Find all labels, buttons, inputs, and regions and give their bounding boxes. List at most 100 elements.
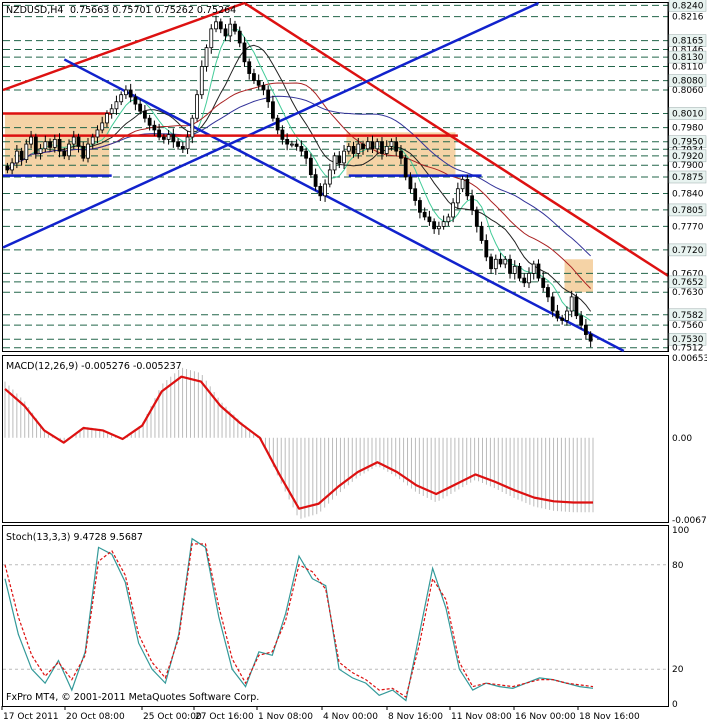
candle-body [451,202,456,218]
candle-body [271,101,275,119]
candle-body [152,124,157,131]
candle-body [313,174,318,187]
candle-body [128,89,133,98]
candle-body [204,47,209,67]
candle-body [237,30,242,44]
candle-body [185,136,190,150]
candle-body [138,103,143,112]
candle-body [142,110,147,119]
candle-body [474,209,479,227]
chart-header-symbol: NZDUSD,H4 [6,5,63,16]
macd-tick-label: 0.00653 [672,354,707,364]
time-tick-label: 27 Oct 16:00 [195,712,254,722]
candle-body [446,216,451,223]
stoch-axis: 100 80 20 0 [672,526,689,710]
candle-body [351,146,356,154]
candle-body [508,258,512,274]
candle-body [261,84,266,91]
candle-body [541,277,546,288]
candle-body [512,265,517,274]
candle-body [560,317,565,321]
candle-body [38,148,43,154]
candle-body [86,143,90,159]
candle-body [527,273,531,284]
candle-body [394,141,399,152]
candle-body [71,136,76,145]
candle-body [57,138,62,152]
candle-body [375,141,380,150]
stoch-tick-label: 100 [672,526,689,536]
candle-body [161,136,166,140]
price-tick-label: 0.7652 [672,278,704,288]
candle-body [304,150,309,159]
time-axis: 17 Oct 2011 20 Oct 08:00 25 Oct 00:0027 Oc… [1,706,640,722]
candle-body [147,117,152,126]
candle-body [498,258,503,265]
price-tick-label: 0.7980 [672,124,704,134]
price-tick-label: 0.7582 [672,311,704,321]
candle-body [470,195,474,211]
candle-body [52,138,57,148]
stoch-title: Stoch(13,3,3) 9.4728 9.5687 [6,532,143,543]
candle-body [588,334,593,342]
price-tick-label: 0.8060 [672,86,704,96]
time-tick-label: 20 Oct 08:00 [66,712,125,722]
candle-body [133,96,138,105]
price-tick-label: 0.7720 [672,246,704,256]
time-tick-label: 25 Oct 00:00 [143,712,202,722]
candle-body [157,129,162,138]
candle-body [275,117,280,131]
candle-body [318,186,323,197]
candle-body [337,155,342,164]
price-tick-label: 0.8010 [672,110,704,120]
candle-body [361,143,365,150]
price-tick-label: 0.7805 [672,206,704,216]
candle-body [346,146,351,152]
candle-body [285,138,290,145]
price-axis: 0.82400.82160.81650.81460.81300.81100.80… [667,0,707,354]
candle-body [90,136,95,145]
candle-body [214,21,218,30]
stoch-tick-label: 80 [672,561,684,571]
candle-body [247,61,252,74]
candle-body [256,80,261,86]
candle-body [171,134,176,143]
candle-body [190,117,195,138]
candle-body [67,143,71,157]
chart-header-ohlc: 0.75663 0.75701 0.75262 0.75264 [70,5,236,16]
candle-body [413,188,418,201]
candle-body [95,129,100,138]
candle-body [365,141,370,150]
candle-body [574,296,579,317]
macd-title: MACD(12,26,9) -0.005276 -0.005237 [6,361,182,372]
candle-body [441,221,446,227]
candle-body [289,143,294,146]
candle-body [280,129,285,140]
candle-body [484,240,489,258]
candle-body [209,28,214,49]
candle-body [522,277,527,284]
candle-body [583,324,588,335]
candle-body [10,162,15,171]
candle-body [266,89,271,103]
candle-body [43,141,48,150]
candle-body [550,296,555,312]
time-tick-label: 4 Nov 00:00 [323,712,378,722]
candle-body [252,73,256,81]
candle-body [100,122,105,131]
price-tick-label: 0.7560 [672,321,704,331]
candle-body [517,265,522,279]
candle-body [114,101,119,110]
price-tick-label: 0.7840 [672,189,704,199]
candle-body [503,258,508,265]
candle-body [327,169,332,185]
time-tick-label: 8 Nov 16:00 [388,712,443,722]
candle-body [105,113,109,124]
candle-body [14,150,19,164]
candle-body [384,146,389,154]
price-tick-label: 0.8216 [672,13,704,23]
macd-panel-frame [2,355,669,523]
candle-body [418,200,422,213]
candle-body [176,141,180,147]
time-tick-label: 1 Nov 08:00 [258,712,313,722]
